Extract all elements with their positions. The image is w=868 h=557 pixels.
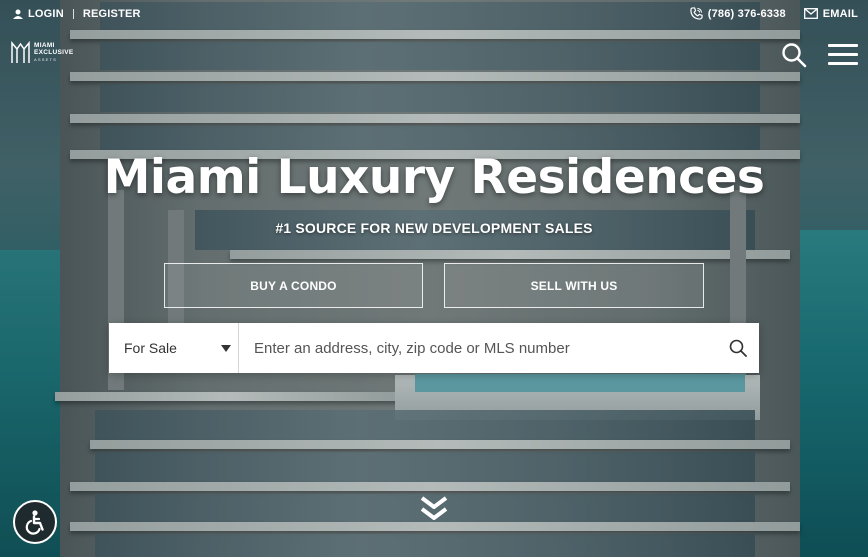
hamburger-menu-icon bbox=[828, 44, 858, 47]
chevron-double-down-icon bbox=[420, 496, 448, 520]
buy-a-condo-button[interactable]: BUY A CONDO bbox=[164, 263, 423, 308]
logo-line-1: MIAMI bbox=[34, 41, 55, 49]
phone-number: (786) 376-6338 bbox=[707, 7, 786, 20]
register-link[interactable]: REGISTER bbox=[83, 8, 141, 20]
envelope-icon bbox=[803, 8, 818, 19]
login-link[interactable]: LOGIN bbox=[13, 8, 64, 20]
site-logo[interactable]: MIAMI EXCLUSIVE ASSETS bbox=[11, 41, 74, 63]
property-search-bar: For Sale bbox=[109, 323, 759, 373]
menu-bar bbox=[828, 62, 858, 65]
user-icon bbox=[13, 9, 23, 19]
hero-subtitle: #1 SOURCE FOR NEW DEVELOPMENT SALES bbox=[275, 220, 593, 236]
listing-type-value: For Sale bbox=[124, 340, 177, 356]
accessibility-icon bbox=[25, 510, 44, 535]
hamburger-menu-button[interactable] bbox=[828, 44, 858, 66]
scroll-down-button[interactable] bbox=[420, 494, 448, 524]
sell-with-us-button[interactable]: SELL WITH US bbox=[444, 263, 704, 308]
caret-down-icon bbox=[221, 344, 231, 352]
email-label: EMAIL bbox=[822, 7, 858, 20]
login-label: LOGIN bbox=[28, 8, 64, 20]
top-utility-bar: LOGIN REGISTER (786) 376-6338 EMAIL bbox=[0, 0, 868, 28]
header-search-button[interactable] bbox=[781, 42, 807, 68]
hero-title: Miami Luxury Residences bbox=[103, 150, 765, 205]
menu-bar bbox=[828, 53, 858, 56]
search-icon bbox=[729, 339, 747, 357]
search-input[interactable] bbox=[239, 323, 717, 373]
listing-type-select[interactable]: For Sale bbox=[109, 323, 239, 373]
hero-background-image bbox=[0, 0, 868, 557]
accessibility-button[interactable] bbox=[13, 500, 57, 544]
topbar-divider bbox=[72, 9, 74, 19]
search-icon bbox=[782, 43, 807, 68]
phone-link[interactable]: (786) 376-6338 bbox=[690, 7, 786, 20]
search-submit-button[interactable] bbox=[717, 323, 759, 373]
logo-line-3: ASSETS bbox=[34, 56, 57, 62]
logo-line-2: EXCLUSIVE bbox=[34, 48, 74, 56]
email-link[interactable]: EMAIL bbox=[803, 7, 858, 20]
logo-mark-icon bbox=[11, 41, 30, 63]
phone-icon bbox=[690, 7, 703, 20]
